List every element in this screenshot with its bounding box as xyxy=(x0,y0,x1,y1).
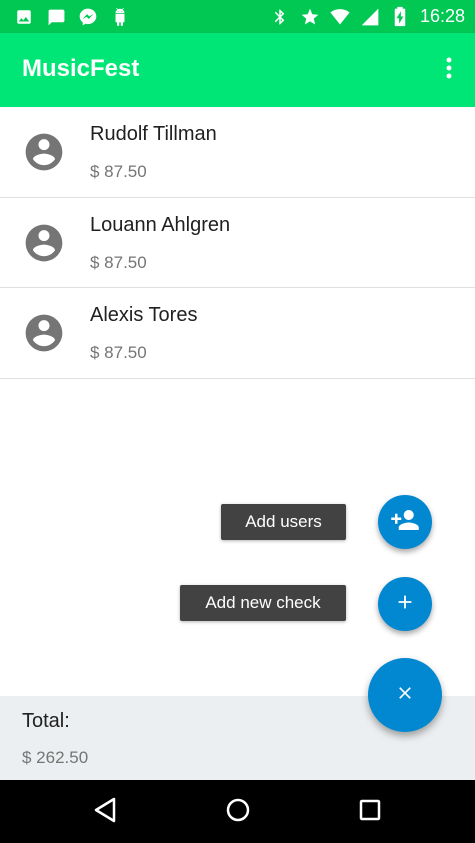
app-title: MusicFest xyxy=(22,55,140,82)
total-amount: $ 262.50 xyxy=(22,748,89,767)
image-icon xyxy=(14,7,34,27)
add-users-label[interactable]: Add users xyxy=(221,504,346,540)
status-left xyxy=(14,7,130,27)
item-amount: $ 87.50 xyxy=(90,252,147,272)
star-icon xyxy=(300,7,320,27)
android-icon xyxy=(110,7,130,27)
item-name: Rudolf Tillman xyxy=(90,123,217,145)
recents-square-icon xyxy=(358,798,382,827)
account-circle-icon xyxy=(22,311,66,355)
list-item[interactable]: Louann Ahlgren $ 87.50 xyxy=(0,197,475,288)
status-bar: 16:28 xyxy=(0,0,475,33)
back-triangle-icon xyxy=(92,796,118,829)
signal-icon xyxy=(360,7,380,27)
battery-charging-icon xyxy=(390,6,410,27)
account-circle-icon xyxy=(22,221,66,265)
item-name: Louann Ahlgren xyxy=(90,213,231,236)
close-icon xyxy=(395,683,415,708)
list-item[interactable]: Alexis Tores $ 87.50 xyxy=(0,288,475,379)
status-right: 16:28 xyxy=(270,6,465,27)
system-nav-bar xyxy=(0,780,475,843)
home-circle-icon xyxy=(225,797,251,828)
user-list: Rudolf Tillman $ 87.50 Louann Ahlgren $ … xyxy=(0,107,475,379)
status-time: 16:28 xyxy=(419,6,465,26)
account-circle-icon xyxy=(22,130,66,174)
home-button[interactable] xyxy=(218,792,258,832)
item-amount: $ 87.50 xyxy=(90,162,147,181)
overflow-menu-button[interactable] xyxy=(437,55,461,85)
back-button[interactable] xyxy=(85,792,125,832)
chat-icon xyxy=(46,7,66,27)
recents-button[interactable] xyxy=(350,792,390,832)
add-new-check-button[interactable] xyxy=(378,577,432,631)
person-add-icon xyxy=(390,505,420,540)
messenger-icon xyxy=(78,7,98,27)
more-vert-icon xyxy=(445,56,453,85)
close-fab-button[interactable] xyxy=(368,658,442,732)
total-label: Total: xyxy=(22,710,70,732)
wifi-icon xyxy=(330,7,350,27)
plus-icon xyxy=(394,591,416,618)
add-users-button[interactable] xyxy=(378,495,432,549)
app-bar: MusicFest xyxy=(0,33,475,107)
list-item[interactable]: Rudolf Tillman $ 87.50 xyxy=(0,107,475,198)
add-new-check-label[interactable]: Add new check xyxy=(180,585,346,621)
item-amount: $ 87.50 xyxy=(90,343,147,362)
bluetooth-icon xyxy=(270,7,290,27)
item-name: Alexis Tores xyxy=(90,304,198,326)
